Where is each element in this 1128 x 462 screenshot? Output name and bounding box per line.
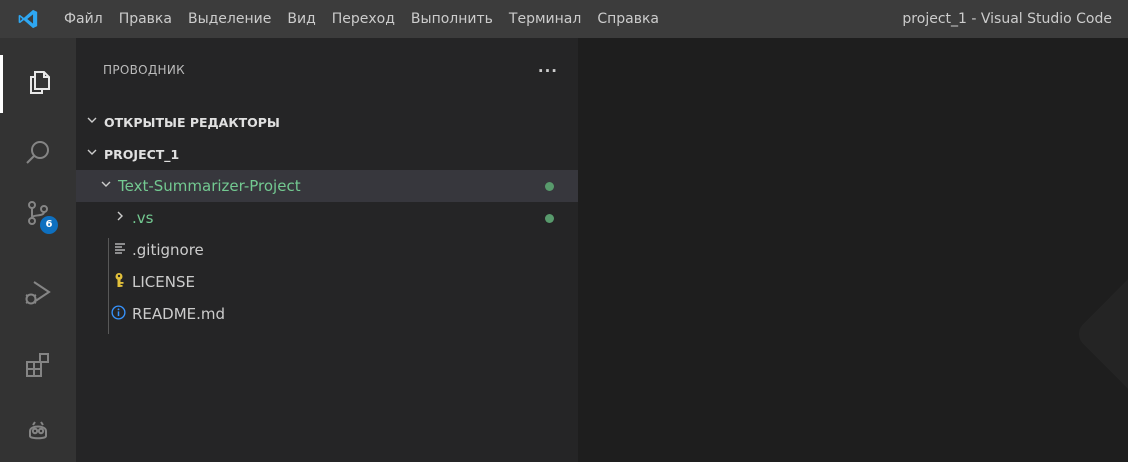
activity-bar: 6 [0, 38, 76, 462]
git-modified-dot [545, 182, 554, 191]
tree-item-label: .vs [132, 209, 154, 227]
source-control-badge: 6 [40, 216, 58, 234]
git-modified-dot [545, 214, 554, 223]
window-title: project_1 - Visual Studio Code [902, 11, 1112, 27]
tree-item-label: LICENSE [132, 273, 195, 291]
more-actions-button[interactable]: ··· [538, 62, 558, 80]
menu-view[interactable]: Вид [279, 0, 323, 38]
section-project[interactable]: PROJECT_1 [76, 138, 578, 170]
tree-item-readme[interactable]: README.md [76, 298, 578, 330]
menu-selection[interactable]: Выделение [180, 0, 279, 38]
editor-area[interactable] [578, 38, 1128, 462]
tree-item-text-summarizer-project[interactable]: Text-Summarizer-Project [76, 170, 578, 202]
section-open-editors-label: ОТКРЫТЫЕ РЕДАКТОРЫ [104, 114, 280, 130]
section-project-label: PROJECT_1 [104, 146, 180, 162]
chevron-down-icon [84, 146, 100, 162]
copilot-icon [26, 418, 50, 446]
activity-explorer[interactable] [0, 55, 76, 113]
section-open-editors[interactable]: ОТКРЫТЫЕ РЕДАКТОРЫ [76, 106, 578, 138]
tree-item-gitignore[interactable]: .gitignore [76, 234, 578, 266]
tree-item-label: Text-Summarizer-Project [118, 177, 301, 195]
activity-source-control[interactable]: 6 [0, 186, 76, 244]
chevron-down-icon [98, 178, 114, 194]
activity-extensions[interactable] [0, 338, 76, 396]
key-icon [112, 272, 126, 292]
activity-copilot[interactable] [0, 403, 76, 461]
tree-item-license[interactable]: LICENSE [76, 266, 578, 298]
menu-file[interactable]: Файл [56, 0, 111, 38]
menu-edit[interactable]: Правка [111, 0, 180, 38]
chevron-right-icon [112, 210, 128, 226]
explorer-icon [26, 68, 54, 100]
menu-help[interactable]: Справка [589, 0, 667, 38]
extensions-icon [24, 351, 52, 383]
search-icon [24, 138, 52, 170]
vscode-logo-icon [0, 0, 56, 38]
menu-run[interactable]: Выполнить [403, 0, 501, 38]
info-icon [111, 304, 127, 324]
activity-search[interactable] [0, 125, 76, 183]
title-bar: Файл Правка Выделение Вид Переход Выполн… [0, 0, 1128, 38]
explorer-header: ПРОВОДНИК ··· [76, 38, 578, 84]
menu-go[interactable]: Переход [324, 0, 403, 38]
explorer-title: ПРОВОДНИК [103, 63, 185, 77]
chevron-down-icon [84, 114, 100, 130]
tree-item-label: .gitignore [132, 241, 204, 259]
vscode-watermark-icon [1073, 249, 1128, 419]
menu-terminal[interactable]: Терминал [501, 0, 589, 38]
tree-item-vs[interactable]: .vs [76, 202, 578, 234]
activity-run-debug[interactable] [0, 266, 76, 324]
lines-icon [114, 242, 128, 258]
menu-bar: Файл Правка Выделение Вид Переход Выполн… [56, 0, 667, 38]
explorer-sidebar: ПРОВОДНИК ··· ОТКРЫТЫЕ РЕДАКТОРЫ PROJECT… [76, 38, 578, 462]
tree-item-label: README.md [132, 305, 226, 323]
run-debug-icon [23, 278, 53, 312]
